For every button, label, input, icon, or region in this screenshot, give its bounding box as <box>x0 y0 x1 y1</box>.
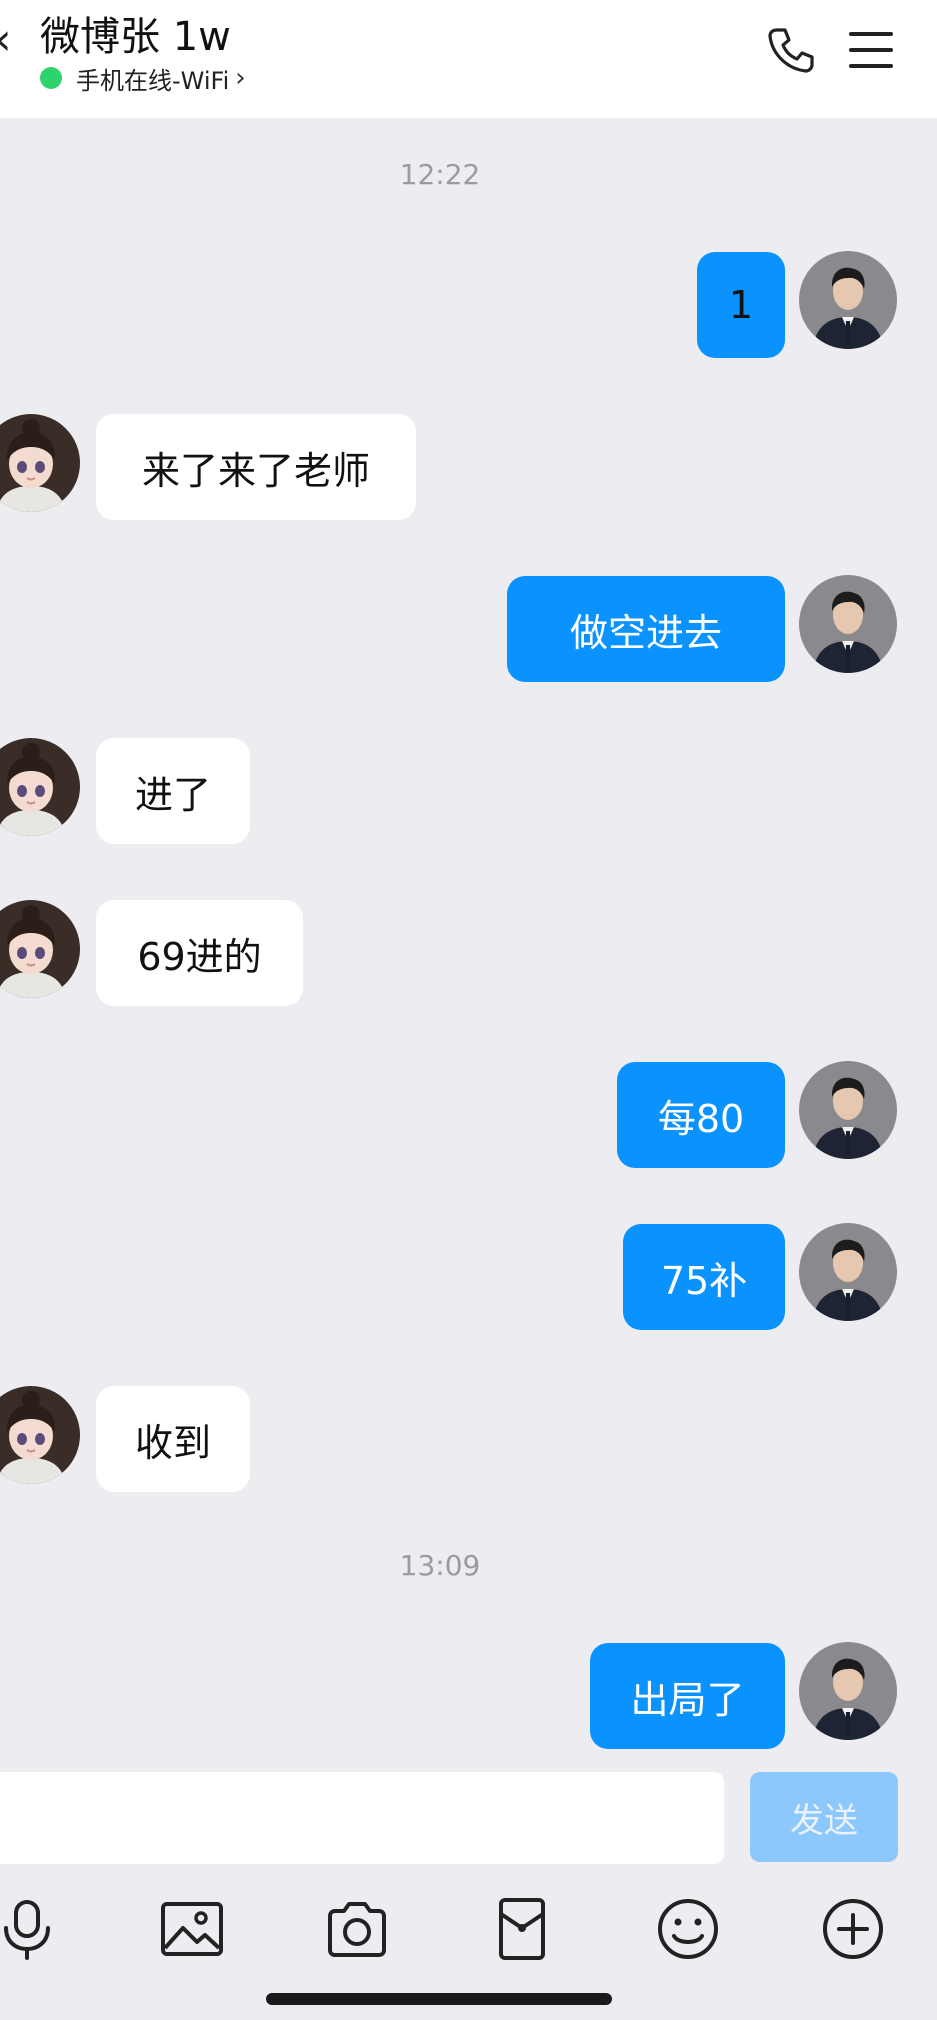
phone-icon[interactable] <box>763 22 819 78</box>
message-bubble-incoming[interactable]: 来了来了老师 <box>96 414 416 520</box>
message-input[interactable] <box>0 1772 724 1864</box>
contact-avatar[interactable] <box>0 900 80 998</box>
chevron-right-icon: › <box>235 63 246 93</box>
send-button[interactable]: 发送 <box>750 1772 898 1862</box>
self-avatar[interactable] <box>799 575 897 673</box>
message-bubble-outgoing[interactable]: 做空进去 <box>507 576 785 682</box>
message-bubble-incoming[interactable]: 进了 <box>96 738 250 844</box>
red-packet-icon[interactable] <box>487 1894 557 1964</box>
message-bubble-outgoing[interactable]: 每80 <box>617 1062 785 1168</box>
menu-icon[interactable] <box>843 22 899 78</box>
contact-avatar[interactable] <box>0 738 80 836</box>
message-bubble-incoming[interactable]: 69进的 <box>96 900 303 1006</box>
message-bubble-outgoing[interactable]: 1 <box>697 252 785 358</box>
camera-icon[interactable] <box>322 1894 392 1964</box>
timestamp: 13:09 <box>399 1549 481 1582</box>
message-bubble-outgoing[interactable]: 75补 <box>623 1224 785 1330</box>
message-bubble-incoming[interactable]: 收到 <box>96 1386 250 1492</box>
image-icon[interactable] <box>157 1894 227 1964</box>
contact-avatar[interactable] <box>0 414 80 512</box>
status-text: 手机在线-WiFi <box>76 66 230 95</box>
contact-name[interactable]: 微博张 1w <box>40 4 231 62</box>
self-avatar[interactable] <box>799 1223 897 1321</box>
self-avatar[interactable] <box>799 1642 897 1740</box>
plus-icon[interactable] <box>818 1894 888 1964</box>
home-indicator[interactable] <box>266 1993 612 2005</box>
chat-header: ‹ 微博张 1w 手机在线-WiFi › <box>0 0 937 118</box>
message-bubble-outgoing[interactable]: 出局了 <box>590 1643 785 1749</box>
self-avatar[interactable] <box>799 1061 897 1159</box>
timestamp: 12:22 <box>399 158 481 191</box>
chevron-left-icon: ‹ <box>0 14 12 65</box>
microphone-icon[interactable] <box>0 1894 62 1964</box>
online-status[interactable]: 手机在线-WiFi › <box>40 62 246 95</box>
self-avatar[interactable] <box>799 251 897 349</box>
input-bar: 发送 <box>0 1752 937 2020</box>
emoji-icon[interactable] <box>653 1894 723 1964</box>
online-dot-icon <box>40 67 62 89</box>
back-button[interactable]: ‹ <box>0 14 12 65</box>
contact-avatar[interactable] <box>0 1386 80 1484</box>
